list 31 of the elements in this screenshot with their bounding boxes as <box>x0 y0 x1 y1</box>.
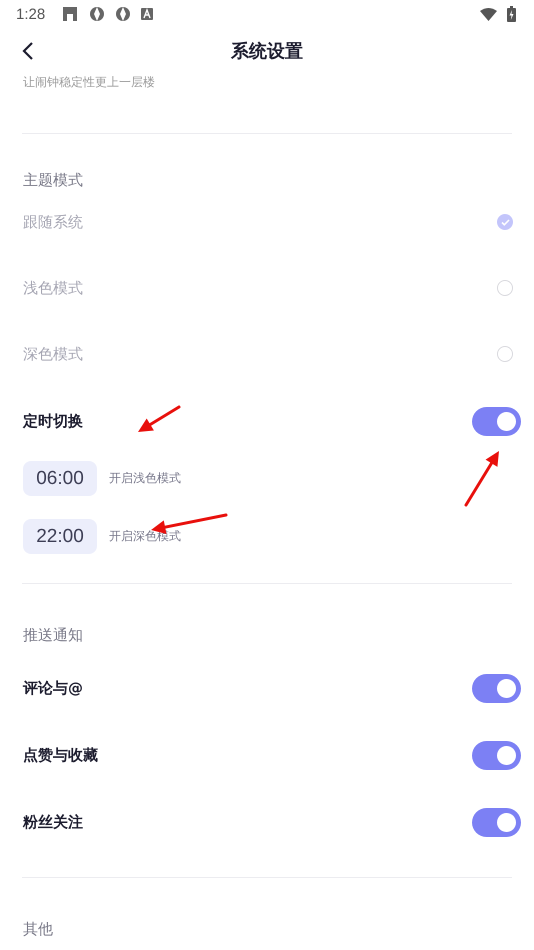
theme-option[interactable]: 深色模式 <box>23 344 83 364</box>
setting-label: 点赞与收藏 <box>23 746 98 764</box>
radio-button[interactable] <box>497 214 513 230</box>
wifi-icon <box>480 8 497 20</box>
section-heading: 推送通知 <box>22 625 84 646</box>
theme-option[interactable]: 浅色模式 <box>23 278 83 298</box>
setting-label: 定时切换 <box>23 412 83 430</box>
toggle-switch[interactable] <box>472 740 521 770</box>
time-picker[interactable]: 06:00 <box>23 461 97 496</box>
setting-description: 让闹钟稳定性更上一层楼 <box>22 74 156 90</box>
setting-label: 粉丝关注 <box>23 812 83 832</box>
check-icon <box>500 218 510 226</box>
app-icon <box>141 8 154 20</box>
section-heading: 主题模式 <box>22 170 84 191</box>
setting-label: 评论与@ <box>23 678 83 698</box>
theme-option[interactable]: 跟随系统 <box>23 212 83 232</box>
back-icon[interactable] <box>22 41 34 61</box>
app-icon <box>61 5 80 23</box>
toggle-switch[interactable] <box>472 406 521 436</box>
radio-button[interactable] <box>497 346 513 362</box>
toggle-switch[interactable] <box>472 674 521 702</box>
section-heading: 其他 <box>22 919 54 940</box>
time-picker[interactable]: 22:00 <box>23 519 97 554</box>
toggle-switch[interactable] <box>472 808 521 836</box>
app-icon <box>89 6 106 22</box>
app-icon <box>115 6 132 22</box>
page-title: 系统设置 <box>231 40 303 63</box>
battery-icon <box>507 6 516 22</box>
status-time: 1:28 <box>16 6 46 22</box>
time-caption: 开启浅色模式 <box>109 470 181 487</box>
radio-button[interactable] <box>497 280 513 296</box>
